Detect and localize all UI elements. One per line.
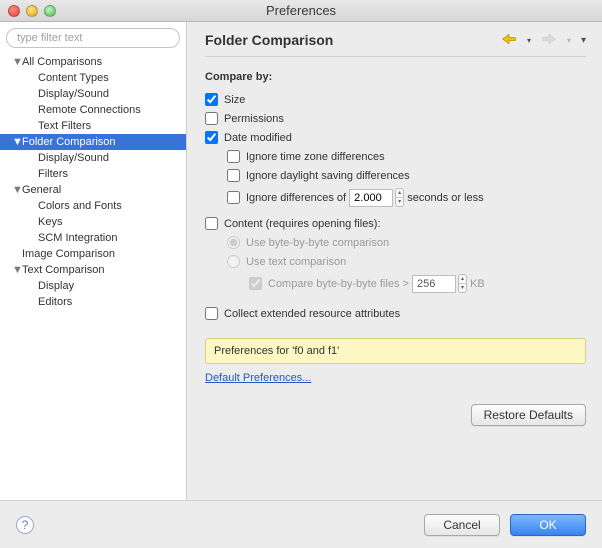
filter-input[interactable]: [6, 28, 180, 48]
ignore-diff-prefix: Ignore differences of: [246, 192, 346, 204]
ignore-tz-checkbox[interactable]: [227, 150, 240, 163]
size-checkbox[interactable]: [205, 93, 218, 106]
date-checkbox[interactable]: [205, 131, 218, 144]
tree-item[interactable]: Colors and Fonts: [0, 198, 186, 214]
text-radio[interactable]: [227, 255, 240, 268]
tree-item[interactable]: Content Types: [0, 70, 186, 86]
ignore-dst-label: Ignore daylight saving differences: [246, 170, 410, 182]
view-menu-icon[interactable]: ▾: [581, 35, 586, 46]
dialog-footer: ? Cancel OK: [0, 500, 602, 548]
text-radio-label: Use text comparison: [246, 256, 346, 268]
page-title: Folder Comparison: [205, 32, 333, 48]
permissions-checkbox[interactable]: [205, 112, 218, 125]
ignore-diff-suffix: seconds or less: [407, 192, 483, 204]
content-label: Content (requires opening files):: [224, 218, 381, 230]
tree-item[interactable]: ▼Text Comparison: [0, 262, 186, 278]
tree-item[interactable]: SCM Integration: [0, 230, 186, 246]
byte-radio[interactable]: [227, 236, 240, 249]
byte-radio-label: Use byte-by-byte comparison: [246, 237, 389, 249]
default-preferences-link[interactable]: Default Preferences...: [205, 372, 311, 384]
restore-defaults-button[interactable]: Restore Defaults: [471, 404, 586, 426]
size-label: Size: [224, 94, 245, 106]
back-menu-icon[interactable]: ▾: [527, 36, 531, 45]
forward-menu-icon[interactable]: ▾: [567, 36, 571, 45]
titlebar: Preferences: [0, 0, 602, 22]
ignore-diff-stepper[interactable]: ▴▾: [395, 188, 404, 207]
compare-byte-suffix: KB: [470, 278, 485, 290]
ignore-diff-input[interactable]: [349, 189, 393, 207]
ok-button[interactable]: OK: [510, 514, 586, 536]
tree-item[interactable]: ▼General: [0, 182, 186, 198]
tree-item[interactable]: Remote Connections: [0, 102, 186, 118]
compare-byte-prefix: Compare byte-by-byte files >: [268, 278, 409, 290]
forward-icon[interactable]: [541, 33, 557, 48]
tree-item[interactable]: Text Filters: [0, 118, 186, 134]
preferences-for-bar: Preferences for 'f0 and f1': [205, 338, 586, 364]
compare-byte-stepper[interactable]: ▴▾: [458, 274, 467, 293]
tree-item[interactable]: Display/Sound: [0, 86, 186, 102]
category-tree[interactable]: ▼All ComparisonsContent TypesDisplay/Sou…: [0, 54, 186, 500]
nav-buttons: ▾ ▾ ▾: [501, 33, 586, 48]
ignore-tz-label: Ignore time zone differences: [246, 151, 385, 163]
tree-item[interactable]: ▼All Comparisons: [0, 54, 186, 70]
tree-item[interactable]: Display/Sound: [0, 150, 186, 166]
sidebar: ▼All ComparisonsContent TypesDisplay/Sou…: [0, 22, 187, 500]
permissions-label: Permissions: [224, 113, 284, 125]
cancel-button[interactable]: Cancel: [424, 514, 500, 536]
content-checkbox[interactable]: [205, 217, 218, 230]
help-icon[interactable]: ?: [16, 516, 34, 534]
collect-label: Collect extended resource attributes: [224, 308, 400, 320]
date-label: Date modified: [224, 132, 292, 144]
tree-item[interactable]: Display: [0, 278, 186, 294]
tree-item[interactable]: Editors: [0, 294, 186, 310]
main-panel: Folder Comparison ▾ ▾ ▾ Compare by: Size…: [187, 22, 602, 500]
compare-byte-checkbox[interactable]: [249, 277, 262, 290]
compare-by-label: Compare by:: [205, 71, 586, 83]
collect-checkbox[interactable]: [205, 307, 218, 320]
tree-item[interactable]: Filters: [0, 166, 186, 182]
ignore-diff-checkbox[interactable]: [227, 191, 240, 204]
ignore-dst-checkbox[interactable]: [227, 169, 240, 182]
window-title: Preferences: [0, 3, 602, 18]
compare-byte-input[interactable]: [412, 275, 456, 293]
tree-item[interactable]: Keys: [0, 214, 186, 230]
tree-item[interactable]: ▼Folder Comparison: [0, 134, 186, 150]
back-icon[interactable]: [501, 33, 517, 48]
tree-item[interactable]: Image Comparison: [0, 246, 186, 262]
